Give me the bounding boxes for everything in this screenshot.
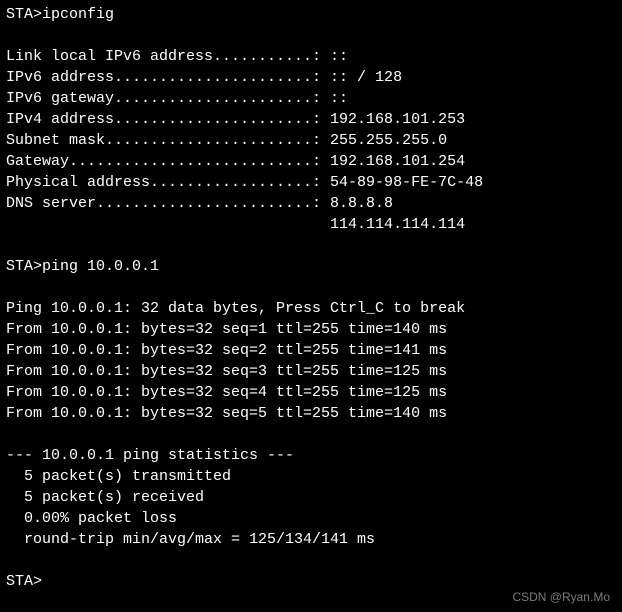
watermark: CSDN @Ryan.Mo <box>512 589 610 606</box>
blank-4 <box>6 424 616 445</box>
ipconfig-ipv6-gateway: IPv6 gateway......................: :: <box>6 88 616 109</box>
ipconfig-ipv4-address: IPv4 address......................: 192.… <box>6 109 616 130</box>
ipconfig-subnet-mask: Subnet mask.......................: 255.… <box>6 130 616 151</box>
prompt-3: STA> <box>6 573 42 590</box>
ipconfig-dns-server-2: 114.114.114.114 <box>6 214 616 235</box>
blank-1 <box>6 25 616 46</box>
ping-reply-1: From 10.0.0.1: bytes=32 seq=1 ttl=255 ti… <box>6 319 616 340</box>
ipconfig-dns-server-1: DNS server........................: 8.8.… <box>6 193 616 214</box>
prompt-line-1: STA>ipconfig <box>6 4 616 25</box>
blank-2 <box>6 235 616 256</box>
ping-stats-loss: 0.00% packet loss <box>6 508 616 529</box>
ping-stats-rtt: round-trip min/avg/max = 125/134/141 ms <box>6 529 616 550</box>
ipconfig-gateway: Gateway...........................: 192.… <box>6 151 616 172</box>
blank-3 <box>6 277 616 298</box>
ping-reply-2: From 10.0.0.1: bytes=32 seq=2 ttl=255 ti… <box>6 340 616 361</box>
prompt-line-2: STA>ping 10.0.0.1 <box>6 256 616 277</box>
prompt-1: STA> <box>6 6 42 23</box>
ipconfig-link-local-ipv6: Link local IPv6 address...........: :: <box>6 46 616 67</box>
ping-reply-5: From 10.0.0.1: bytes=32 seq=5 ttl=255 ti… <box>6 403 616 424</box>
prompt-2: STA> <box>6 258 42 275</box>
command-2: ping 10.0.0.1 <box>42 258 159 275</box>
command-1: ipconfig <box>42 6 114 23</box>
ping-reply-3: From 10.0.0.1: bytes=32 seq=3 ttl=255 ti… <box>6 361 616 382</box>
ipconfig-physical-address: Physical address..................: 54-8… <box>6 172 616 193</box>
ipconfig-ipv6-address: IPv6 address......................: :: /… <box>6 67 616 88</box>
blank-5 <box>6 550 616 571</box>
ping-stats-header: --- 10.0.0.1 ping statistics --- <box>6 445 616 466</box>
ping-header: Ping 10.0.0.1: 32 data bytes, Press Ctrl… <box>6 298 616 319</box>
ping-stats-transmitted: 5 packet(s) transmitted <box>6 466 616 487</box>
ping-stats-received: 5 packet(s) received <box>6 487 616 508</box>
ping-reply-4: From 10.0.0.1: bytes=32 seq=4 ttl=255 ti… <box>6 382 616 403</box>
